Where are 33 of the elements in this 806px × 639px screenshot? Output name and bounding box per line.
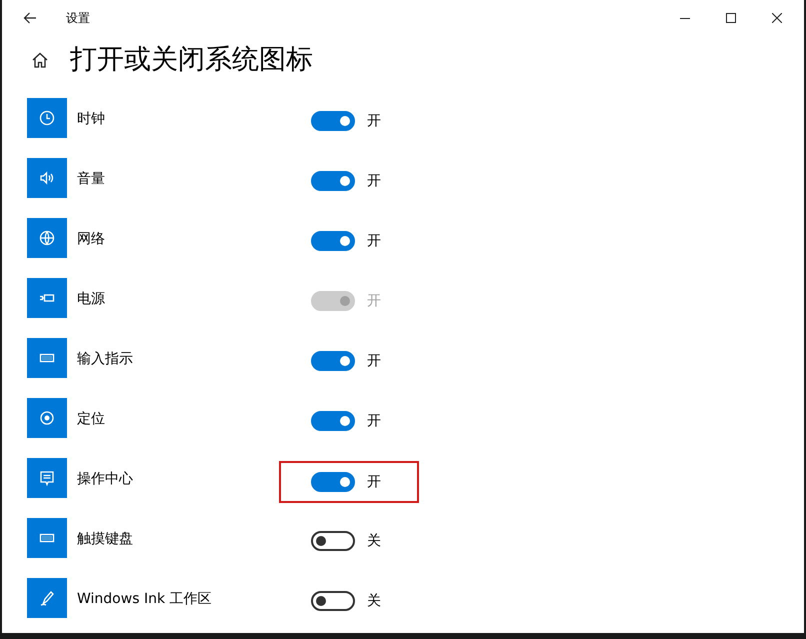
toggle-switch[interactable] [311,350,355,370]
toggle-switch[interactable] [311,170,355,190]
item-label: 电源 [77,290,106,308]
item-label: 触摸键盘 [77,530,134,548]
toggle-state-label: 开 [367,172,381,190]
close-icon [772,13,782,23]
toggle-state-label: 开 [367,232,381,250]
item-label: 输入指示 [77,350,134,368]
item-label: 时钟 [77,110,106,128]
home-icon [31,51,49,70]
maximize-icon [726,13,736,23]
item-label: 操作中心 [77,470,134,488]
back-arrow-icon [23,11,37,25]
toggle-switch[interactable] [311,230,355,250]
toggle-state-label: 开 [367,112,381,130]
toggle-state-label: 开 [367,352,381,370]
page-heading: 打开或关闭系统图标 [70,43,313,77]
home-button[interactable] [30,50,50,70]
item-label: Windows Ink 工作区 [77,590,213,608]
toggle-state-label: 关 [367,592,381,610]
toggle-switch[interactable] [311,472,355,492]
toggle-state-label: 开 [367,472,381,492]
item-label: 音量 [77,170,106,188]
window-title: 设置 [66,10,90,26]
toggle-switch[interactable] [311,530,355,550]
toggle-state-label: 开 [367,412,381,430]
item-label: 网络 [77,230,106,248]
toggle-switch[interactable] [311,590,355,610]
toggle-switch[interactable] [311,410,355,430]
toggle-state-label: 关 [367,532,381,550]
item-label: 定位 [77,410,106,428]
toggle-state-label: 开 [367,292,381,310]
toggle-switch[interactable] [311,110,355,130]
